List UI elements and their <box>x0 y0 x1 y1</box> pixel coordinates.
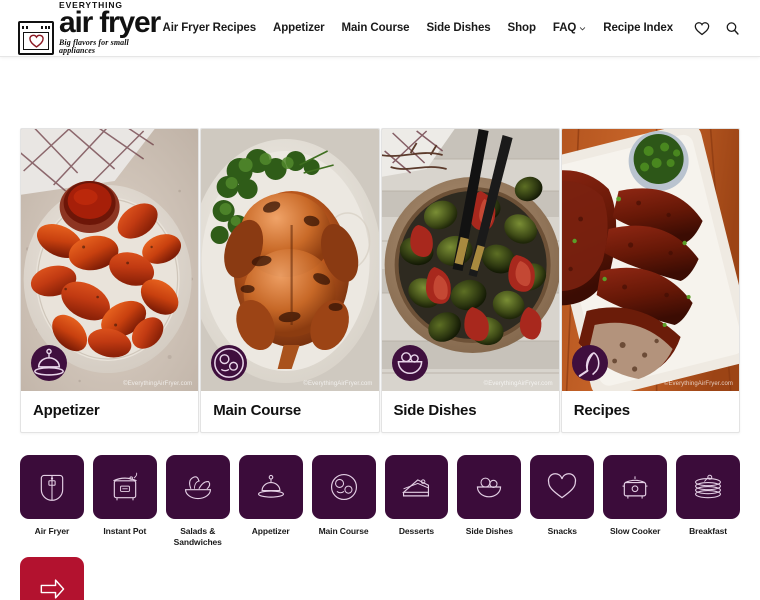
bowl-icon <box>391 345 428 381</box>
site-logo[interactable]: EVERYTHING air fryer Big flavors for sma… <box>18 1 162 56</box>
card-image-wings: ©EverythingAirFryer.com <box>21 129 199 391</box>
heart-icon[interactable] <box>694 21 710 36</box>
tile-label: Side Dishes <box>465 525 513 536</box>
instant-pot-icon <box>113 472 138 501</box>
whisk-icon <box>571 345 608 381</box>
category-card-appetizer[interactable]: ©EverythingAirFryer.com Appetizer <box>20 128 200 433</box>
image-watermark: ©EverythingAirFryer.com <box>303 381 373 387</box>
nav-label: Main Course <box>341 22 410 34</box>
bowl-icon <box>477 477 502 498</box>
nav-item-main-course[interactable]: Main Course <box>342 22 410 34</box>
category-card-side-dishes[interactable]: ©EverythingAirFryer.com Side Dishes <box>380 128 560 433</box>
nav-item-side-dishes[interactable]: Side Dishes <box>426 22 490 34</box>
tile-label: Breakfast <box>689 525 727 536</box>
logo-wordmark: air fryer <box>59 6 161 40</box>
logo-tagline: Big flavors for small appliances <box>59 38 129 56</box>
nav-item-faq[interactable]: FAQ <box>553 22 586 34</box>
nav-label: Air Fryer Recipes <box>162 22 257 34</box>
tile-label: Instant Pot <box>103 525 147 536</box>
nav-item-shop[interactable]: Shop <box>508 22 536 34</box>
category-tile-breakfast[interactable]: Breakfast <box>676 455 740 548</box>
card-image-meatloaf: ©EverythingAirFryer.com <box>561 129 739 391</box>
cloche-platter-icon <box>257 474 284 498</box>
card-image-brussels-sprouts: ©EverythingAirFryer.com <box>381 129 559 391</box>
category-tile-air-fryer[interactable]: Air Fryer <box>20 455 84 548</box>
chevron-down-icon <box>580 26 586 30</box>
card-title: Recipes <box>573 402 630 419</box>
category-tile-main-course[interactable]: Main Course <box>311 455 376 548</box>
dinner-plate-icon <box>211 345 248 381</box>
category-card-main-course[interactable]: ©EverythingAirFryer.com Main Course <box>200 128 380 433</box>
nav-label: Side Dishes <box>426 22 491 34</box>
main-content: ©EverythingAirFryer.com Appetizer ©Every… <box>0 128 760 600</box>
slow-cooker-icon <box>622 476 648 499</box>
image-watermark: ©EverythingAirFryer.com <box>123 381 193 387</box>
cloche-platter-icon <box>31 345 67 381</box>
main-navigation: Air Fryer Recipes Appetizer Main Course … <box>162 21 740 36</box>
arrow-right-icon <box>40 578 65 599</box>
category-tile-row: Air Fryer Instant Pot Salads & Sandwiche… <box>20 455 740 600</box>
nav-label: Recipe Index <box>603 22 673 34</box>
nav-label: Shop <box>507 22 536 34</box>
site-header: EVERYTHING air fryer Big flavors for sma… <box>0 0 760 57</box>
category-tile-desserts[interactable]: Desserts <box>384 455 449 548</box>
nav-label: FAQ <box>552 22 577 34</box>
heart-icon <box>548 473 577 499</box>
cake-slice-icon <box>402 479 430 497</box>
card-title: Side Dishes <box>393 402 477 419</box>
nav-item-appetizer[interactable]: Appetizer <box>273 22 325 34</box>
nav-item-recipe-index[interactable]: Recipe Index <box>603 22 673 34</box>
category-tile-snacks[interactable]: Snacks <box>530 455 595 548</box>
card-title: Main Course <box>213 402 302 419</box>
salad-bowl-icon <box>184 476 211 500</box>
tile-label: Salads & Sandwiches <box>173 525 222 547</box>
card-image-roast-chicken: ©EverythingAirFryer.com <box>201 129 379 391</box>
heart-glyph <box>28 34 44 48</box>
search-icon[interactable] <box>725 21 740 36</box>
category-tile-appetizer[interactable]: Appetizer <box>238 455 303 548</box>
tile-label: Main Course <box>318 525 369 536</box>
tile-label: Desserts <box>398 525 434 536</box>
featured-category-cards: ©EverythingAirFryer.com Appetizer ©Every… <box>20 128 740 433</box>
nav-label: Appetizer <box>273 22 325 34</box>
category-tile-browse-all[interactable]: Browse All <box>20 556 84 600</box>
category-tile-slow-cooker[interactable]: Slow Cooker <box>603 455 668 548</box>
tile-label: Snacks <box>547 525 577 536</box>
category-tile-side-dishes[interactable]: Side Dishes <box>457 455 522 548</box>
pancakes-icon <box>695 474 722 499</box>
category-tile-instant-pot[interactable]: Instant Pot <box>92 455 157 548</box>
image-watermark: ©EverythingAirFryer.com <box>483 381 553 387</box>
nav-item-air-fryer-recipes[interactable]: Air Fryer Recipes <box>162 22 256 34</box>
oven-heart-icon <box>18 21 54 56</box>
dinner-plate-icon <box>330 473 357 500</box>
category-card-recipes[interactable]: ©EverythingAirFryer.com Recipes <box>560 128 740 433</box>
image-watermark: ©EverythingAirFryer.com <box>663 381 733 387</box>
tile-label: Slow Cooker <box>609 525 661 536</box>
card-title: Appetizer <box>33 402 100 419</box>
tile-label: Appetizer <box>251 525 290 536</box>
air-fryer-icon <box>40 474 64 501</box>
category-tile-salads-sandwiches[interactable]: Salads & Sandwiches <box>165 455 230 548</box>
tile-label: Air Fryer <box>34 525 70 536</box>
